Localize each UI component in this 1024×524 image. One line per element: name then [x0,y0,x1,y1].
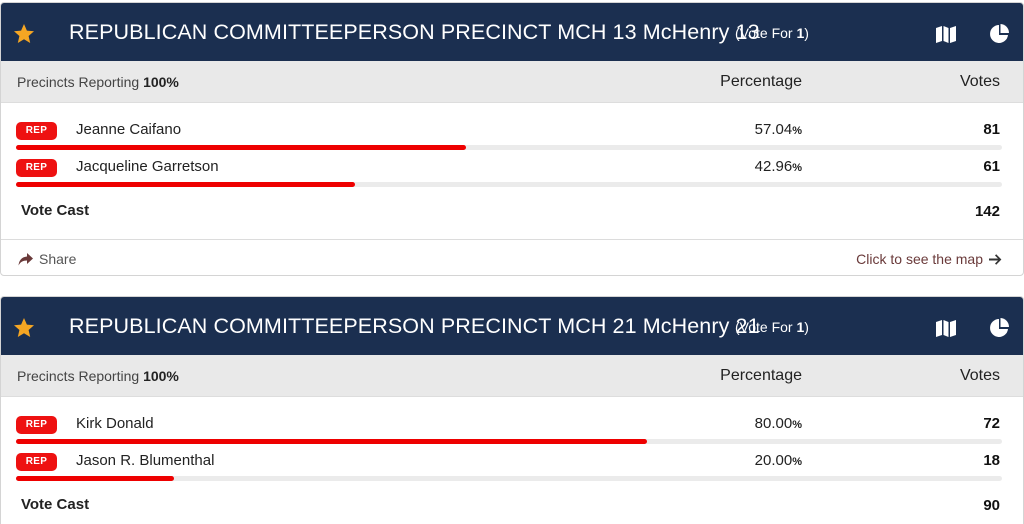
party-badge: REP [16,453,57,471]
candidate-row: REP Kirk Donald 80.00% 72 [1,410,1023,447]
candidate-percentage: 20.00% [755,452,802,469]
percent-symbol: % [792,456,802,468]
vote-share-bar [16,145,1002,150]
percent-symbol: % [792,162,802,174]
precincts-reporting-label: Precincts Reporting [17,74,140,90]
candidate-name: Jacqueline Garretson [76,158,219,175]
star-icon[interactable] [12,316,36,340]
candidate-votes: 18 [983,452,1000,469]
candidate-percentage: 42.96% [755,158,802,175]
vote-for-suffix: ) [804,25,809,41]
pie-chart-icon[interactable] [988,317,1010,339]
votes-column-header: Votes [959,367,1000,384]
share-icon [18,253,33,266]
map-icon[interactable] [935,318,957,338]
precincts-reporting-value: 100% [143,368,179,384]
share-button[interactable]: Share [18,251,76,267]
star-icon[interactable] [12,22,36,46]
vote-for-suffix: ) [804,319,809,335]
vote-share-bar [16,476,1002,481]
race-card: REPUBLICAN COMMITTEEPERSON PRECINCT MCH … [0,296,1024,524]
percent-symbol: % [792,419,802,431]
vote-share-bar-fill [16,476,174,481]
map-icon[interactable] [935,24,957,44]
race-title: REPUBLICAN COMMITTEEPERSON PRECINCT MCH … [69,20,760,44]
vote-share-bar [16,182,1002,187]
percentage-column-header: Percentage [720,73,802,90]
candidate-row: REP Jason R. Blumenthal 20.00% 18 [1,447,1023,484]
vote-share-bar-fill [16,439,648,444]
results-subheader: Precincts Reporting 100% Percentage Vote… [1,355,1023,397]
vote-cast-row: Vote Cast 142 [1,190,1023,240]
vote-cast-label: Vote Cast [21,496,90,513]
pie-chart-icon[interactable] [988,23,1010,45]
candidate-votes: 72 [983,415,1000,432]
race-footer: Share Click to see the map [1,240,1023,275]
vote-share-bar [16,439,1002,444]
race-title: REPUBLICAN COMMITTEEPERSON PRECINCT MCH … [69,314,760,338]
precincts-reporting: Precincts Reporting 100% [17,74,179,90]
results-subheader: Precincts Reporting 100% Percentage Vote… [1,61,1023,103]
percentage-column-header: Percentage [720,367,802,384]
percent-symbol: % [792,125,802,137]
candidate-percentage: 80.00% [755,415,802,432]
precincts-reporting-value: 100% [143,74,179,90]
share-label: Share [39,251,77,267]
vote-for-prefix: (Vote For [735,319,793,335]
precincts-reporting-label: Precincts Reporting [17,368,140,384]
candidate-votes: 81 [983,121,1000,138]
candidate-row: REP Jacqueline Garretson 42.96% 61 [1,153,1023,190]
party-badge: REP [16,122,57,140]
vote-cast-row: Vote Cast 90 [1,484,1023,524]
candidate-percentage-value: 42.96 [754,158,793,175]
candidate-name: Jason R. Blumenthal [76,452,215,469]
vote-for-label: (Vote For 1) [735,25,809,41]
vote-cast-label: Vote Cast [21,202,90,219]
vote-share-bar-fill [16,182,355,187]
race-card: REPUBLICAN COMMITTEEPERSON PRECINCT MCH … [0,2,1024,276]
vote-for-label: (Vote For 1) [735,319,809,335]
votes-column-header: Votes [959,73,1000,90]
candidate-row: REP Jeanne Caifano 57.04% 81 [1,116,1023,153]
candidate-percentage-value: 57.04 [754,121,793,138]
vote-cast-total: 90 [983,497,1000,514]
see-map-link[interactable]: Click to see the map [856,251,1002,267]
precincts-reporting: Precincts Reporting 100% [17,368,179,384]
vote-cast-total: 142 [974,203,1000,220]
candidate-votes: 61 [983,158,1000,175]
vote-share-bar-fill [16,145,466,150]
race-header: REPUBLICAN COMMITTEEPERSON PRECINCT MCH … [1,297,1023,355]
arrow-right-icon [989,254,1002,265]
race-header: REPUBLICAN COMMITTEEPERSON PRECINCT MCH … [1,3,1023,61]
candidate-percentage-value: 80.00 [754,415,793,432]
party-badge: REP [16,416,57,434]
candidate-percentage: 57.04% [755,121,802,138]
candidate-name: Jeanne Caifano [76,121,182,138]
candidate-percentage-value: 20.00 [754,452,793,469]
vote-for-prefix: (Vote For [735,25,793,41]
party-badge: REP [16,159,57,177]
see-map-label: Click to see the map [856,251,983,267]
candidate-name: Kirk Donald [76,415,154,432]
